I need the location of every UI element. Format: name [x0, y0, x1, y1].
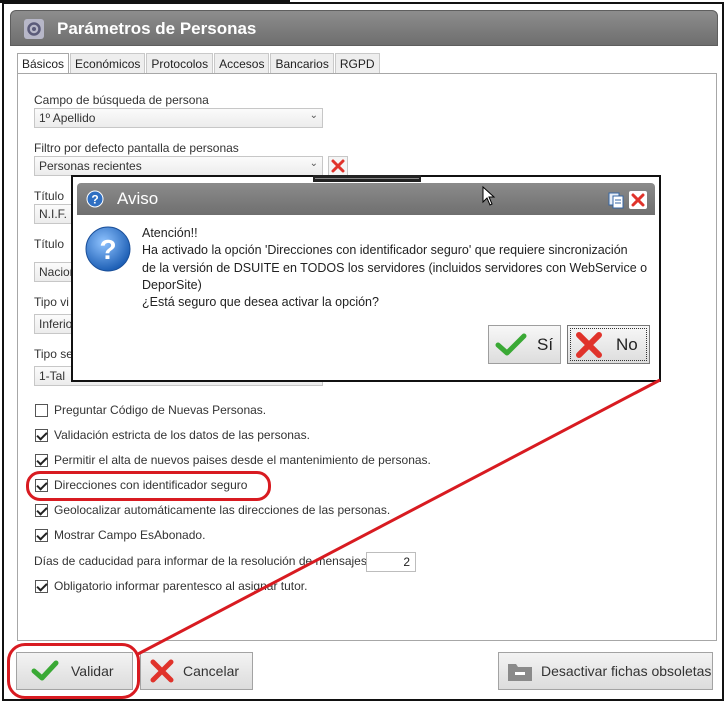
question-icon: ?	[85, 226, 131, 272]
annotation-highlight-validar	[7, 643, 140, 699]
busqueda-value: 1º Apellido	[39, 111, 96, 125]
chevron-down-icon: ⌄	[309, 110, 318, 121]
filtro-select[interactable]: Personas recientes ⌄	[34, 156, 323, 176]
cancelar-button[interactable]: Cancelar	[140, 652, 253, 690]
tipo1-label: Tipo vi	[34, 295, 69, 309]
cancelar-label: Cancelar	[183, 663, 240, 679]
dialog-drag-handle[interactable]	[313, 175, 421, 182]
top-edge-bar	[0, 0, 290, 3]
checkbox-row[interactable]: Permitir el alta de nuevos paises desde …	[35, 452, 431, 468]
aviso-dialog: ? Aviso ? Atención!! Ha activado la opci…	[71, 175, 661, 382]
checkbox-label: Geolocalizar automáticamente las direcci…	[54, 503, 391, 517]
message-line: Ha activado la opción 'Direcciones con i…	[142, 243, 628, 258]
message-line: de la versión de DSUITE en TODOS los ser…	[142, 260, 648, 275]
checkbox-tutor[interactable]	[35, 579, 48, 593]
busqueda-label: Campo de búsqueda de persona	[34, 93, 209, 107]
checkbox-esabonado[interactable]	[35, 528, 48, 542]
red-x-icon	[150, 659, 174, 683]
window-title: Parámetros de Personas	[57, 19, 257, 38]
titulo1-label: Título	[34, 189, 65, 203]
chevron-down-icon: ⌄	[309, 158, 318, 169]
no-button[interactable]: No	[567, 325, 650, 364]
tab-rgpd[interactable]: RGPD	[334, 53, 380, 74]
titulo1-value: N.I.F.	[39, 207, 68, 221]
title-bar: Parámetros de Personas	[10, 10, 718, 46]
message-line: ¿Está seguro que desea activar la opción…	[142, 295, 379, 310]
desactivar-label: Desactivar fichas obsoletas	[541, 663, 712, 679]
checkbox-row[interactable]: Mostrar Campo EsAbonado.	[35, 527, 205, 543]
tipo2-value: 1-Tal	[39, 369, 66, 383]
yes-label: Sí	[537, 334, 554, 354]
checkbox-row[interactable]: Geolocalizar automáticamente las direcci…	[35, 502, 390, 518]
filtro-label: Filtro por defecto pantalla de personas	[34, 141, 239, 155]
question-icon: ?	[86, 190, 104, 208]
no-label: No	[616, 334, 638, 354]
checkbox-label: Obligatorio informar parentesco al asign…	[54, 579, 308, 593]
checkbox-label: Preguntar Código de Nuevas Personas.	[54, 403, 267, 417]
tab-protocolos[interactable]: Protocolos	[146, 53, 214, 74]
red-x-icon	[331, 159, 345, 173]
dialog-title: Aviso	[117, 189, 159, 208]
dias-input[interactable]: 2	[366, 552, 416, 572]
annotation-highlight-checkbox	[26, 471, 271, 501]
tipo2-label: Tipo se	[34, 347, 73, 361]
clear-filter-button[interactable]	[328, 156, 348, 176]
svg-text:?: ?	[91, 193, 98, 207]
dias-label: Días de caducidad para informar de la re…	[34, 554, 367, 568]
message-line: DeporSite)	[142, 277, 202, 292]
checkbox-preguntar[interactable]	[35, 403, 48, 417]
svg-text:?: ?	[99, 234, 116, 265]
desactivar-fichas-button[interactable]: Desactivar fichas obsoletas	[498, 652, 713, 690]
yes-button[interactable]: Sí	[488, 325, 561, 364]
tab-strip: Básicos Económicos Protocolos Accesos Ba…	[17, 53, 381, 75]
dialog-title-bar: ? Aviso	[77, 183, 655, 215]
checkbox-validacion[interactable]	[35, 428, 48, 442]
busqueda-select[interactable]: 1º Apellido ⌄	[34, 108, 323, 128]
close-icon[interactable]	[629, 191, 647, 209]
tab-accesos[interactable]: Accesos	[214, 53, 270, 74]
checkbox-row[interactable]: Preguntar Código de Nuevas Personas.	[35, 402, 266, 418]
tipo1-value: Inferio	[39, 317, 73, 331]
checkbox-row[interactable]: Validación estricta de los datos de las …	[35, 427, 310, 443]
titulo2-label: Título	[34, 237, 65, 251]
mouse-cursor-icon	[482, 186, 496, 206]
settings-gear-icon	[24, 19, 44, 39]
message-line: Atención!!	[142, 226, 198, 240]
tab-bancarios[interactable]: Bancarios	[270, 53, 334, 74]
checkbox-label: Permitir el alta de nuevos paises desde …	[54, 453, 431, 467]
red-x-icon	[576, 331, 602, 358]
checkbox-row[interactable]: Obligatorio informar parentesco al asign…	[35, 578, 307, 594]
tab-economicos[interactable]: Económicos	[70, 53, 146, 74]
dialog-message: Atención!! Ha activado la opción 'Direcc…	[142, 225, 652, 311]
checkbox-label: Mostrar Campo EsAbonado.	[54, 528, 206, 542]
tab-basicos[interactable]: Básicos	[17, 53, 70, 75]
checkbox-paises[interactable]	[35, 453, 48, 467]
copy-icon[interactable]	[607, 191, 625, 209]
filtro-value: Personas recientes	[39, 159, 142, 173]
checkbox-label: Validación estricta de los datos de las …	[54, 428, 310, 442]
green-check-icon	[495, 333, 527, 355]
checkbox-geolocalizar[interactable]	[35, 503, 48, 517]
folder-minus-icon	[508, 664, 532, 681]
